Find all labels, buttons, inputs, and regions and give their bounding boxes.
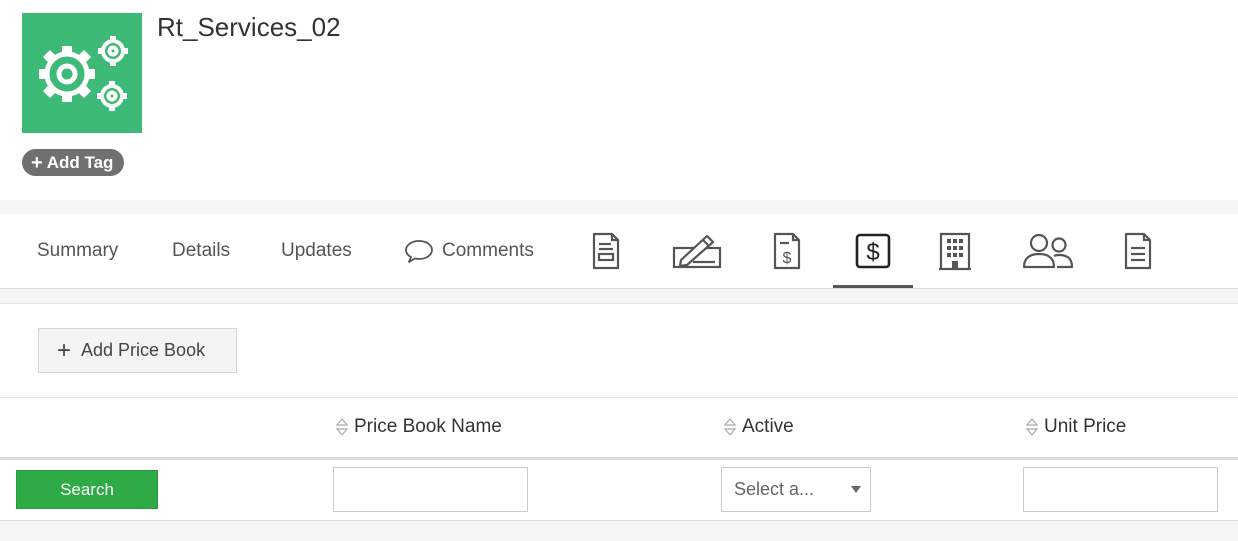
chevron-down-icon xyxy=(851,486,861,493)
plus-icon: + xyxy=(57,336,72,364)
notes-icon xyxy=(1124,232,1152,270)
comment-icon xyxy=(404,238,434,264)
tab-updates-label: Updates xyxy=(281,240,352,261)
sort-icon xyxy=(336,418,348,436)
search-button[interactable]: Search xyxy=(16,470,158,509)
active-filter-value: Select a... xyxy=(734,479,815,499)
record-tabs: Summary Details Updates Comments $ $ xyxy=(0,214,1238,289)
column-header-label: Unit Price xyxy=(1044,416,1127,437)
tab-comments-label: Comments xyxy=(442,240,534,261)
column-header-active[interactable]: Active xyxy=(724,416,794,438)
add-price-book-label: Add Price Book xyxy=(81,340,206,360)
tab-details[interactable]: Details xyxy=(172,214,230,288)
tab-comments[interactable]: Comments xyxy=(404,214,534,288)
svg-text:$: $ xyxy=(783,250,792,267)
unit-price-filter[interactable] xyxy=(1023,467,1218,512)
add-price-book-button[interactable]: + Add Price Book xyxy=(38,328,237,373)
svg-text:$: $ xyxy=(866,239,879,266)
sort-icon xyxy=(1026,418,1038,436)
grid-top-border xyxy=(0,397,1238,398)
tabs-divider xyxy=(0,289,1238,304)
tab-summary[interactable]: Summary xyxy=(37,214,118,288)
signature-icon xyxy=(672,234,722,269)
column-header-unit-price[interactable]: Unit Price xyxy=(1026,416,1126,438)
tab-document-form[interactable] xyxy=(586,214,626,288)
tab-price-book[interactable]: $ xyxy=(833,214,913,288)
tab-invoice[interactable]: $ xyxy=(768,214,806,288)
tab-building[interactable] xyxy=(936,214,974,288)
header-divider xyxy=(0,200,1238,214)
plus-icon: + xyxy=(31,151,43,174)
add-tag-button[interactable]: + Add Tag xyxy=(22,149,125,176)
tab-notes[interactable] xyxy=(1120,214,1156,288)
column-header-price-book-name[interactable]: Price Book Name xyxy=(336,416,502,438)
grid-footer xyxy=(0,521,1238,541)
tab-details-label: Details xyxy=(172,240,231,261)
gears-icon xyxy=(22,13,142,133)
tab-summary-label: Summary xyxy=(37,240,119,261)
invoice-icon: $ xyxy=(773,232,801,270)
tab-signature[interactable] xyxy=(670,214,724,288)
sort-icon xyxy=(724,418,736,436)
add-tag-label: Add Tag xyxy=(46,152,114,172)
tab-updates[interactable]: Updates xyxy=(281,214,352,288)
header-row-divider xyxy=(0,457,1238,460)
tab-contacts[interactable] xyxy=(1020,214,1076,288)
column-header-label: Price Book Name xyxy=(354,416,502,437)
record-header: Rt_Services_02 + Add Tag xyxy=(0,0,1238,200)
contacts-icon xyxy=(1022,233,1074,269)
column-header-label: Active xyxy=(742,416,794,437)
price-book-name-filter[interactable] xyxy=(333,467,528,512)
record-title: Rt_Services_02 xyxy=(157,12,341,42)
document-form-icon xyxy=(592,232,620,270)
active-filter-select[interactable]: Select a... xyxy=(721,467,871,512)
building-icon xyxy=(939,232,971,271)
price-book-icon: $ xyxy=(855,233,891,269)
